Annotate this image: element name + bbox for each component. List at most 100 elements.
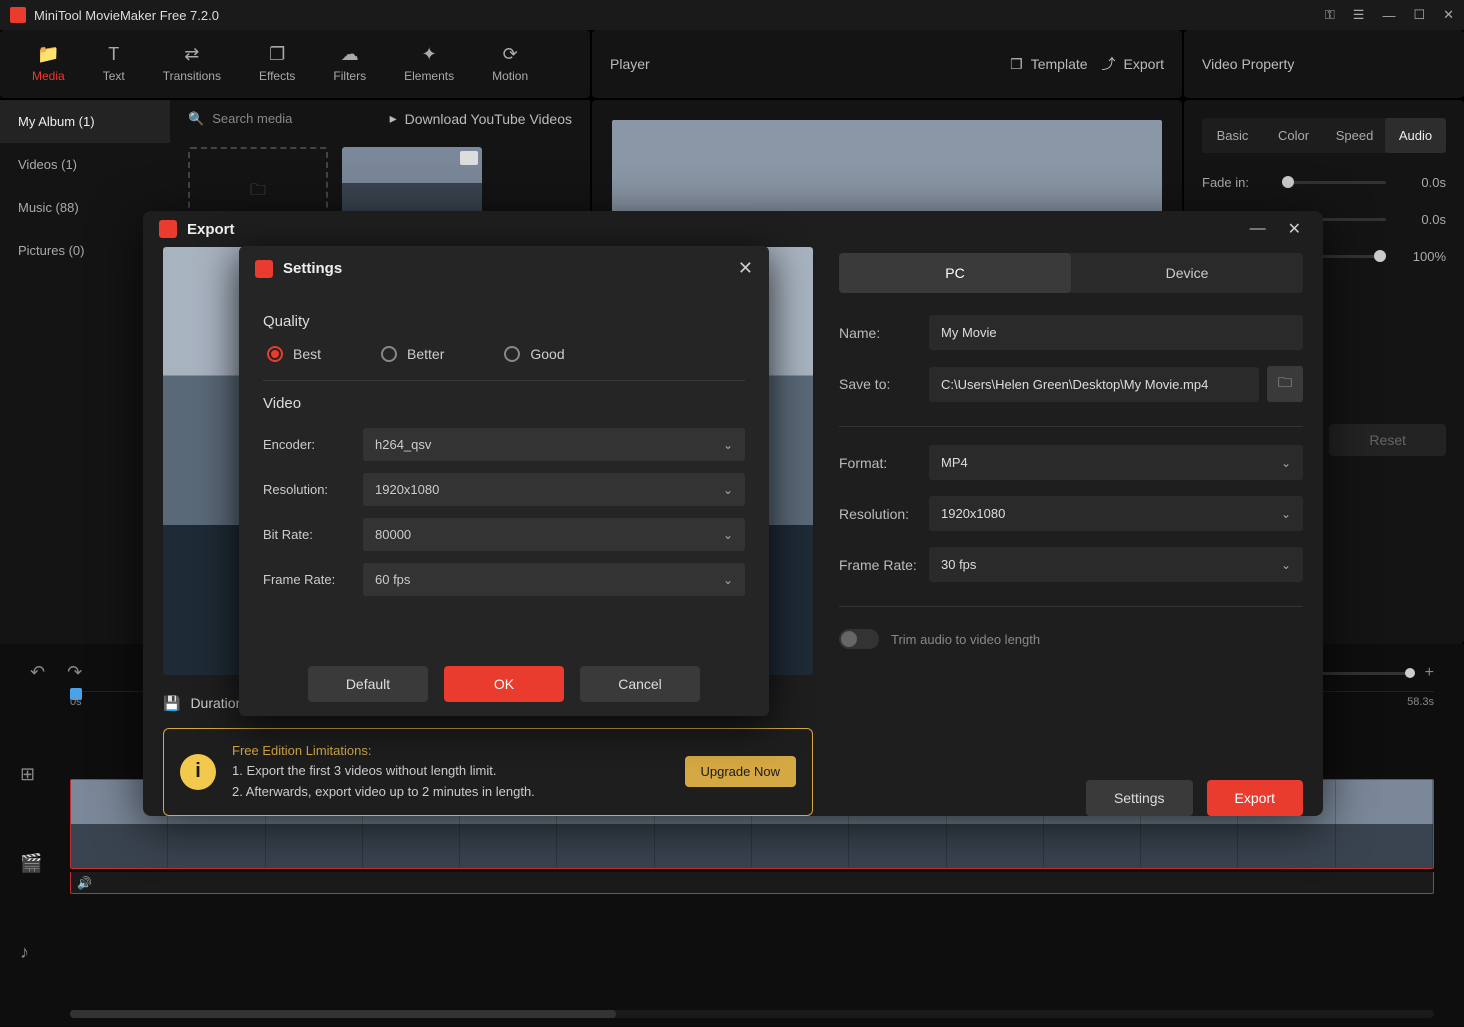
titlebar: MiniTool MovieMaker Free 7.2.0 ⚿ ☰ — ☐ ✕	[0, 0, 1464, 30]
fade-in-slider[interactable]	[1282, 181, 1386, 184]
maximize-icon[interactable]: ☐	[1413, 7, 1425, 23]
menu-icon[interactable]: ☰	[1353, 7, 1365, 23]
info-icon: i	[180, 754, 216, 790]
quality-best[interactable]: Best	[267, 346, 321, 362]
frame-rate-value: 30 fps	[941, 557, 976, 572]
tool-text[interactable]: TText	[85, 37, 143, 91]
text-icon: T	[104, 45, 124, 63]
download-youtube-button[interactable]: ▸Download YouTube Videos	[390, 110, 572, 127]
folder-icon: 📁	[38, 45, 58, 63]
settings-dialog-logo	[255, 260, 273, 278]
effects-icon: ❐	[267, 45, 287, 63]
name-label: Name:	[839, 325, 929, 341]
folder-add-icon: 🗀	[250, 179, 266, 206]
tool-elements[interactable]: ✦ Elements	[386, 37, 472, 91]
ruler-end: 58.3s	[1407, 696, 1434, 708]
export-dialog-logo	[159, 220, 177, 238]
template-label: Template	[1031, 56, 1088, 72]
cancel-button[interactable]: Cancel	[580, 666, 700, 702]
seg-device[interactable]: Device	[1071, 253, 1303, 293]
quality-best-label: Best	[293, 346, 321, 362]
format-select[interactable]: MP4 ⌄	[929, 445, 1303, 480]
chevron-down-icon: ⌄	[1281, 456, 1291, 470]
tool-motion[interactable]: ⟳Motion	[474, 37, 546, 91]
zoom-in-icon[interactable]: +	[1425, 664, 1434, 682]
redo-icon[interactable]: ↷	[67, 662, 82, 683]
undo-icon[interactable]: ↶	[30, 662, 45, 683]
export-label: Export	[1124, 56, 1164, 72]
export-button[interactable]: ⤴Export	[1102, 54, 1164, 74]
tool-elements-label: Elements	[404, 69, 454, 83]
search-input[interactable]: 🔍Search media	[188, 111, 390, 127]
bitrate-select[interactable]: 80000 ⌄	[363, 518, 745, 551]
set-resolution-select[interactable]: 1920x1080⌄	[363, 473, 745, 506]
default-button[interactable]: Default	[308, 666, 428, 702]
search-icon: 🔍	[188, 111, 204, 127]
trim-audio-toggle[interactable]	[839, 629, 879, 649]
quality-better[interactable]: Better	[381, 346, 444, 362]
settings-dialog-title: Settings	[283, 260, 728, 277]
tool-filters[interactable]: ☁Filters	[315, 37, 384, 91]
youtube-icon: ▸	[390, 110, 397, 127]
add-track-icon[interactable]: ⊞	[20, 764, 42, 785]
vp-tab-speed[interactable]: Speed	[1324, 118, 1385, 153]
settings-close-icon[interactable]: ✕	[738, 258, 753, 279]
ok-button[interactable]: OK	[444, 666, 564, 702]
tool-transitions[interactable]: ⇄Transitions	[145, 37, 239, 91]
reset-button[interactable]: Reset	[1329, 424, 1446, 456]
settings-button[interactable]: Settings	[1086, 780, 1193, 816]
chevron-down-icon: ⌄	[723, 528, 733, 542]
bitrate-value: 80000	[375, 527, 411, 542]
set-resolution-value: 1920x1080	[375, 482, 439, 497]
fade-out-value: 0.0s	[1396, 212, 1446, 227]
audio-track[interactable]: 🔊	[70, 872, 1434, 894]
vp-tab-basic[interactable]: Basic	[1202, 118, 1263, 153]
video-heading: Video	[263, 395, 745, 412]
close-icon[interactable]: ✕	[1443, 7, 1454, 23]
quality-good[interactable]: Good	[504, 346, 564, 362]
browse-button[interactable]: 🗀	[1267, 366, 1303, 402]
folder-icon: 🗀	[1278, 372, 1292, 396]
chevron-down-icon: ⌄	[1281, 507, 1291, 521]
app-logo	[10, 7, 26, 23]
limitations-line1: 1. Export the first 3 videos without len…	[232, 761, 669, 782]
settings-dialog: Settings ✕ Quality Best Better Good Vide…	[239, 246, 769, 716]
elements-icon: ✦	[419, 45, 439, 63]
radio-checked-icon	[267, 346, 283, 362]
template-button[interactable]: ❒Template	[1010, 56, 1087, 73]
frame-rate-select[interactable]: 30 fps⌄	[929, 547, 1303, 582]
export-minimize-icon[interactable]: —	[1244, 220, 1272, 238]
save-to-input[interactable]	[929, 367, 1259, 402]
fade-in-label: Fade in:	[1202, 175, 1272, 190]
export-close-icon[interactable]: ✕	[1282, 219, 1307, 239]
seg-pc[interactable]: PC	[839, 253, 1071, 293]
upgrade-button[interactable]: Upgrade Now	[685, 756, 797, 787]
quality-good-label: Good	[530, 346, 564, 362]
name-input[interactable]	[929, 315, 1303, 350]
key-icon[interactable]: ⚿	[1325, 7, 1335, 23]
radio-icon	[381, 346, 397, 362]
resolution-select[interactable]: 1920x1080⌄	[929, 496, 1303, 531]
sidebar-item-album[interactable]: My Album (1)	[0, 100, 170, 143]
tool-effects[interactable]: ❐Effects	[241, 37, 313, 91]
set-framerate-select[interactable]: 60 fps⌄	[363, 563, 745, 596]
filters-icon: ☁	[340, 45, 360, 63]
limitations-line2: 2. Afterwards, export video up to 2 minu…	[232, 782, 669, 803]
tool-motion-label: Motion	[492, 69, 528, 83]
format-value: MP4	[941, 455, 968, 470]
timeline-scrollbar[interactable]	[70, 1010, 1434, 1018]
vp-tab-audio[interactable]: Audio	[1385, 118, 1446, 153]
encoder-select[interactable]: h264_qsv⌄	[363, 428, 745, 461]
tool-transitions-label: Transitions	[163, 69, 221, 83]
chevron-down-icon: ⌄	[723, 438, 733, 452]
ruler-start: 0s	[70, 696, 82, 708]
bitrate-label: Bit Rate:	[263, 527, 363, 542]
export-confirm-button[interactable]: Export	[1207, 780, 1303, 816]
quality-heading: Quality	[263, 313, 745, 330]
set-resolution-label: Resolution:	[263, 482, 363, 497]
sidebar-item-videos[interactable]: Videos (1)	[0, 143, 170, 186]
vp-tab-color[interactable]: Color	[1263, 118, 1324, 153]
radio-icon	[504, 346, 520, 362]
minimize-icon[interactable]: —	[1382, 8, 1395, 23]
tool-media[interactable]: 📁Media	[14, 37, 83, 91]
